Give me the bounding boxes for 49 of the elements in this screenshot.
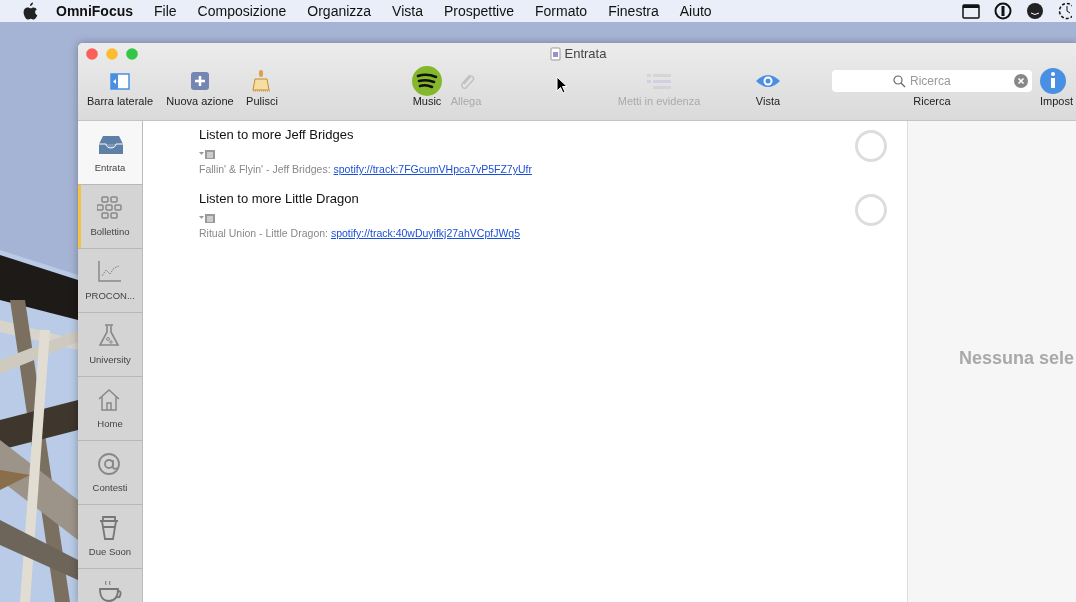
grid-icon [97,196,123,220]
sidebar-item[interactable]: Entrata [78,121,142,185]
coffee-cup-icon [97,579,123,602]
search-icon [893,75,906,88]
toolbar-button[interactable]: Barra laterale [84,67,156,117]
task-note: Fallin' & Flyin' - Jeff Bridges: spotify://track:7FGcumVHpca7vP5FZ7yUfr [199,163,533,175]
sidebar-icon [110,72,130,90]
track-link[interactable]: spotify://track:7FGcumVHpca7vP5FZ7yUfr [333,163,532,175]
close-button[interactable] [86,48,98,60]
toolbar-button[interactable]: Pulisci [238,67,286,117]
at-sign-icon [97,452,123,476]
note-icon [199,148,215,160]
minimize-button[interactable] [106,48,118,60]
toolbar-label: Ricerca [913,95,951,107]
note-icon [199,212,215,224]
spotify-logo-icon [412,66,442,96]
menu-item[interactable]: Composizione [197,3,287,19]
app-menu[interactable]: OmniFocus [56,3,133,19]
menu-item[interactable]: File [154,3,177,19]
menu-item[interactable]: Finestra [608,3,659,19]
toolbar-button[interactable]: Nuova azione [162,67,238,117]
plus-icon [190,71,210,91]
completion-checkbox[interactable] [855,194,887,226]
clock-icon [1058,2,1072,20]
cursor-icon [556,76,568,94]
menu-item[interactable]: Aiuto [679,3,712,19]
completion-checkbox[interactable] [855,130,887,162]
track-link[interactable]: spotify://track:40wDuyifkj27ahVCpfJWq5 [330,227,520,239]
window-icon [962,2,980,20]
broom-icon [251,70,273,92]
menu-item[interactable]: Organizza [307,3,372,19]
document-icon [549,46,561,61]
window-title: Entrata [564,46,607,61]
search-field[interactable]: Ricerca [832,70,1032,92]
toolbar-button[interactable]: Music [410,67,444,117]
menu-item[interactable]: Formato [535,3,588,19]
zoom-button[interactable] [126,48,138,60]
menu-item[interactable]: Prospettive [444,3,515,19]
chart-icon [97,260,123,284]
clear-icon[interactable] [1014,74,1028,88]
task-title[interactable]: Listen to more Jeff Bridges [199,127,855,145]
toolbar-button[interactable]: Impost [1040,67,1076,117]
task-note: Ritual Union - Little Dragon: spotify://track:40wDuyifkj27ahVCpfJWq5 [199,227,521,239]
menu-item[interactable]: Vista [392,3,423,19]
task-title[interactable]: Listen to more Little Dragon [199,191,855,209]
toolbar-button[interactable]: Vista [745,67,791,117]
sidebar-item[interactable]: Bollettino [78,185,142,249]
empty-selection-message: Nessuna sele [959,347,1075,369]
info-icon [1040,68,1066,94]
